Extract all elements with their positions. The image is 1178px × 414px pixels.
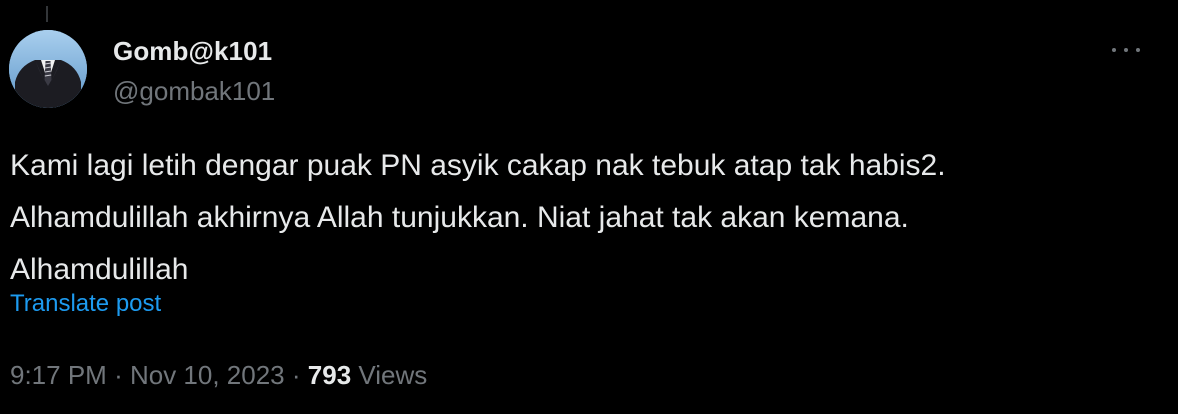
suit-avatar-icon xyxy=(9,30,87,108)
more-options-button[interactable] xyxy=(1108,36,1144,64)
more-horizontal-icon xyxy=(1136,48,1140,52)
author-handle[interactable]: @gombak101 xyxy=(113,76,275,107)
author-display-name[interactable]: Gomb@k101 xyxy=(113,36,272,67)
more-horizontal-icon xyxy=(1112,48,1116,52)
views-label: Views xyxy=(358,360,428,390)
post-text-line: Alhamdulillah xyxy=(10,253,189,286)
meta-separator: · xyxy=(114,360,123,390)
post-metadata: 9:17 PM · Nov 10, 2023 · 793 Views xyxy=(10,360,427,391)
views-count: 793 xyxy=(307,360,352,390)
avatar[interactable] xyxy=(9,30,87,108)
more-horizontal-icon xyxy=(1124,48,1128,52)
post-date[interactable]: Nov 10, 2023 xyxy=(130,360,285,390)
post-time[interactable]: 9:17 PM xyxy=(10,360,107,390)
post-text-line: Alhamdulillah akhirnya Allah tunjukkan. … xyxy=(10,201,909,234)
post-text-line: Kami lagi letih dengar puak PN asyik cak… xyxy=(10,149,946,182)
meta-separator: · xyxy=(291,360,301,390)
thread-connector-line xyxy=(46,6,48,22)
translate-post-link[interactable]: Translate post xyxy=(10,290,161,318)
post-text: Kami lagi letih dengar puak PN asyik cak… xyxy=(10,140,1160,296)
